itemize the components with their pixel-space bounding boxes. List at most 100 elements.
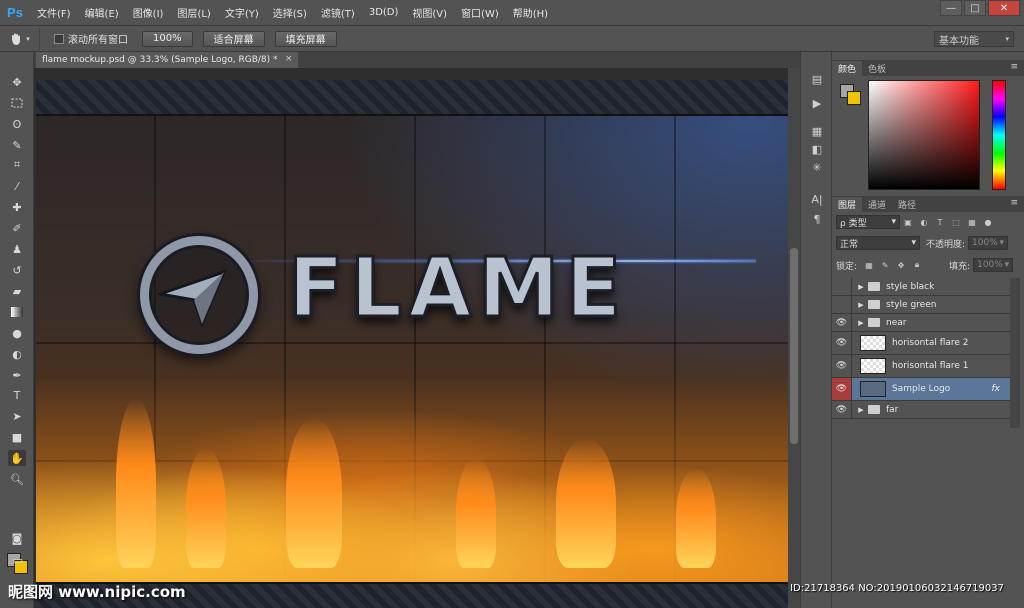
layer-filter-select[interactable]: ρ 类型 ▾ <box>836 215 900 229</box>
visibility-toggle[interactable] <box>832 296 852 313</box>
scroll-all-checkbox[interactable] <box>54 33 64 44</box>
fill-input[interactable]: 100% ▾ <box>973 258 1014 272</box>
character-panel-icon[interactable]: A| <box>809 192 825 206</box>
zoom-tool-icon[interactable]: 🔍︎ <box>8 471 26 487</box>
color-picker-field[interactable] <box>868 80 980 190</box>
quick-select-tool-icon[interactable]: ✎ <box>8 137 26 153</box>
crop-tool-icon[interactable]: ⌗ <box>8 157 26 173</box>
panel-menu-icon[interactable]: ≡ <box>1010 198 1018 208</box>
visibility-toggle[interactable] <box>832 278 852 295</box>
layer-row[interactable]: ▶ style green <box>832 296 1010 314</box>
menu-view[interactable]: 视图(V) <box>405 5 454 20</box>
adjustments-panel-icon[interactable]: ◧ <box>809 142 825 156</box>
hand-tool-icon[interactable]: ✋ <box>8 450 26 466</box>
filter-shape-icon[interactable]: ⬚ <box>951 217 961 227</box>
filter-toggle-icon[interactable]: ● <box>983 217 993 227</box>
paths-panel-icon[interactable]: ✳ <box>809 160 825 174</box>
expand-arrow-icon[interactable]: ▶ <box>856 406 866 414</box>
paragraph-panel-icon[interactable]: ¶ <box>809 212 825 226</box>
eye-icon[interactable]: 👁︎ <box>832 314 852 331</box>
layer-row[interactable]: 👁︎ horisontal flare 1 <box>832 355 1010 378</box>
fit-screen-button[interactable]: 适合屏幕 <box>202 30 265 47</box>
filter-adjust-icon[interactable]: ◐ <box>919 217 929 227</box>
menu-layer[interactable]: 图层(L) <box>170 5 217 20</box>
panel-menu-icon[interactable]: ≡ <box>1010 62 1018 72</box>
layer-row[interactable]: 👁︎ ▶ near <box>832 314 1010 332</box>
actions-panel-icon[interactable]: ▶ <box>809 96 825 110</box>
scrollbar-thumb[interactable] <box>790 248 798 444</box>
tab-swatches[interactable]: 色板 <box>862 61 892 76</box>
menu-help[interactable]: 帮助(H) <box>506 5 555 20</box>
type-tool-icon[interactable]: T <box>8 387 26 403</box>
tab-layers[interactable]: 图层 <box>832 197 863 212</box>
color-panel-tabs: 颜色 色板 ≡ <box>832 60 1024 76</box>
menu-window[interactable]: 窗口(W) <box>454 5 506 20</box>
layer-row-selected[interactable]: 👁︎ Sample Logo fx <box>832 378 1010 401</box>
hue-slider[interactable] <box>992 80 1006 190</box>
menu-filter[interactable]: 滤镜(T) <box>314 5 362 20</box>
menu-type[interactable]: 文字(Y) <box>218 5 266 20</box>
clone-stamp-icon[interactable]: ♟ <box>8 241 26 257</box>
canvas-area[interactable]: FLAME <box>34 68 788 608</box>
rectangle-tool-icon[interactable]: ■ <box>8 429 26 445</box>
healing-brush-icon[interactable]: ✚ <box>8 199 26 215</box>
canvas-vertical-scrollbar[interactable] <box>788 68 800 608</box>
minimize-button[interactable]: — <box>940 0 962 16</box>
layer-row[interactable]: 👁︎ horisontal flare 2 <box>832 332 1010 355</box>
gradient-tool-icon[interactable] <box>8 304 26 320</box>
lock-all-icon[interactable]: 🔒︎ <box>912 260 922 270</box>
tab-color[interactable]: 颜色 <box>832 61 863 76</box>
marquee-tool-icon[interactable] <box>8 95 26 111</box>
layer-row[interactable]: ▶ style black <box>832 278 1010 296</box>
expand-arrow-icon[interactable]: ▶ <box>856 301 866 309</box>
menu-edit[interactable]: 编辑(E) <box>78 5 126 20</box>
filter-pixel-icon[interactable]: ▣ <box>903 217 913 227</box>
eye-icon[interactable]: 👁︎ <box>832 401 852 418</box>
zoom-100-button[interactable]: 100% <box>142 30 193 47</box>
menu-select[interactable]: 选择(S) <box>266 5 314 20</box>
color-panel-background[interactable] <box>847 91 861 105</box>
fill-screen-button[interactable]: 填充屏幕 <box>274 30 337 47</box>
tab-paths[interactable]: 路径 <box>892 197 922 212</box>
lock-position-icon[interactable]: ✥ <box>896 260 906 270</box>
document-canvas[interactable]: FLAME <box>36 80 788 608</box>
lock-pixels-icon[interactable]: ✎ <box>880 260 890 270</box>
expand-arrow-icon[interactable]: ▶ <box>856 319 866 327</box>
close-tab-icon[interactable]: × <box>285 54 293 64</box>
brush-tool-icon[interactable]: ✐ <box>8 220 26 236</box>
eye-icon[interactable]: 👁︎ <box>832 355 852 377</box>
eraser-tool-icon[interactable]: ▰ <box>8 283 26 299</box>
quick-mask-icon[interactable]: ◙ <box>8 530 26 546</box>
move-tool-icon[interactable]: ✥ <box>8 74 26 90</box>
layer-effects-badge[interactable]: fx <box>992 384 1001 394</box>
hand-tool-preset[interactable]: ▾ <box>0 27 40 50</box>
history-panel-icon[interactable]: ▤ <box>809 72 825 86</box>
lock-transparent-icon[interactable]: ▦ <box>864 260 874 270</box>
screen-mode-icon[interactable]: ▭ <box>9 552 27 568</box>
eyedropper-tool-icon[interactable]: ⁄ <box>8 178 26 194</box>
lasso-tool-icon[interactable]: ʘ <box>8 116 26 132</box>
history-brush-icon[interactable]: ↺ <box>8 262 26 278</box>
menu-image[interactable]: 图像(I) <box>126 5 171 20</box>
layers-scrollbar[interactable] <box>1010 278 1020 428</box>
opacity-input[interactable]: 100% ▾ <box>968 236 1009 250</box>
menu-3d[interactable]: 3D(D) <box>362 7 406 18</box>
blur-tool-icon[interactable]: ● <box>8 325 26 341</box>
dodge-tool-icon[interactable]: ◐ <box>8 346 26 362</box>
blend-mode-select[interactable]: 正常 ▾ <box>836 236 920 250</box>
filter-smart-icon[interactable]: ▦ <box>967 217 977 227</box>
menu-file[interactable]: 文件(F) <box>30 5 78 20</box>
eye-icon[interactable]: 👁︎ <box>832 378 852 400</box>
filter-type-icon[interactable]: T <box>935 217 945 227</box>
tab-channels[interactable]: 通道 <box>862 197 892 212</box>
path-select-icon[interactable]: ➤ <box>8 408 26 424</box>
close-button[interactable]: ✕ <box>988 0 1020 16</box>
eye-icon[interactable]: 👁︎ <box>832 332 852 354</box>
workspace-select[interactable]: 基本功能 ▾ <box>934 31 1014 47</box>
layer-row[interactable]: 👁︎ ▶ far <box>832 401 1010 419</box>
maximize-button[interactable]: □ <box>964 0 986 16</box>
document-tab[interactable]: flame mockup.psd @ 33.3% (Sample Logo, R… <box>36 52 298 68</box>
properties-panel-icon[interactable]: ▦ <box>809 124 825 138</box>
pen-tool-icon[interactable]: ✒ <box>8 367 26 383</box>
expand-arrow-icon[interactable]: ▶ <box>856 283 866 291</box>
